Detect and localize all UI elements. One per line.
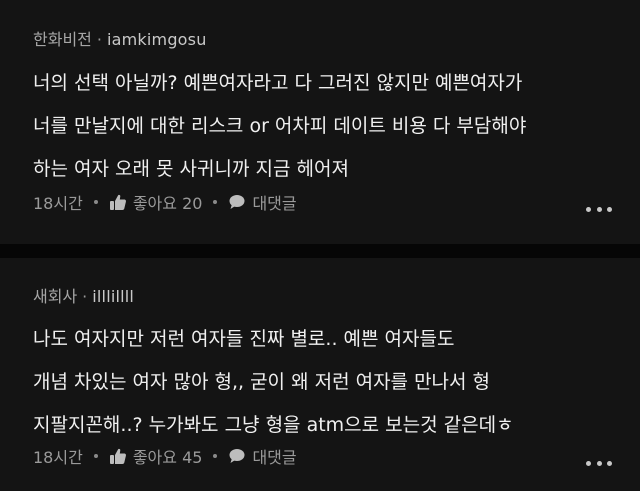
comment-line: 개념 차있는 여자 많아 형,, 굳이 왜 저런 여자를 만나서 형	[33, 371, 491, 393]
footer-separator	[93, 200, 98, 204]
comment-line: 너의 선택 아닐까? 예쁜여자라고 다 그러진 않지만 예쁜여자가	[33, 72, 523, 94]
comment-line: 하는 여자 오래 못 사귀니까 지금 헤어져	[33, 158, 349, 180]
reply-button[interactable]: 대댓글	[252, 444, 296, 468]
comment-footer: 18시간 좋아요 45 대댓글	[33, 444, 297, 468]
author-company[interactable]: 새회사	[33, 287, 77, 306]
speech-bubble-icon[interactable]	[228, 447, 246, 465]
like-count: 45	[182, 448, 203, 467]
author-username[interactable]: iamkimgosu	[107, 30, 207, 49]
more-icon[interactable]	[586, 205, 612, 213]
footer-separator	[213, 200, 218, 204]
thumbs-up-icon[interactable]	[109, 193, 127, 211]
meta-separator: ·	[96, 30, 102, 49]
thumbs-up-icon[interactable]	[109, 447, 127, 465]
author-username[interactable]: illlillll	[92, 287, 134, 306]
comment-body: 너의 선택 아닐까? 예쁜여자라고 다 그러진 않지만 예쁜여자가 너를 만날지…	[33, 62, 623, 191]
meta-separator: ·	[82, 287, 88, 306]
comment-meta: 새회사 · illlillll	[33, 283, 134, 307]
comment-footer: 18시간 좋아요 20 대댓글	[33, 190, 297, 214]
like-label: 좋아요	[132, 448, 177, 467]
comment-line: 지팔지꼰해..? 누가봐도 그냥 형을 atm으로 보는것 같은데ㅎ	[33, 414, 514, 436]
comment-meta: 한화비전 · iamkimgosu	[33, 26, 207, 50]
like-button[interactable]: 좋아요 20	[133, 190, 203, 214]
more-icon[interactable]	[586, 459, 612, 467]
like-count: 20	[182, 194, 203, 213]
like-label: 좋아요	[132, 194, 177, 213]
footer-separator	[213, 454, 218, 458]
footer-separator	[93, 454, 98, 458]
author-company[interactable]: 한화비전	[33, 30, 92, 49]
comment-line: 나도 여자지만 저런 여자들 진짜 별로.. 예쁜 여자들도	[33, 328, 455, 350]
comment-line: 너를 만날지에 대한 리스크 or 어차피 데이트 비용 다 부담해야	[33, 115, 527, 137]
comment-divider	[0, 244, 640, 258]
speech-bubble-icon[interactable]	[228, 193, 246, 211]
comment-time: 18시간	[33, 194, 83, 213]
comment-card: 한화비전 · iamkimgosu 너의 선택 아닐까? 예쁜여자라고 다 그러진 …	[0, 0, 640, 244]
like-button[interactable]: 좋아요 45	[133, 444, 203, 468]
comment-time: 18시간	[33, 448, 83, 467]
comment-body: 나도 여자지만 저런 여자들 진짜 별로.. 예쁜 여자들도 개념 차있는 여자…	[33, 318, 623, 447]
reply-button[interactable]: 대댓글	[252, 190, 296, 214]
